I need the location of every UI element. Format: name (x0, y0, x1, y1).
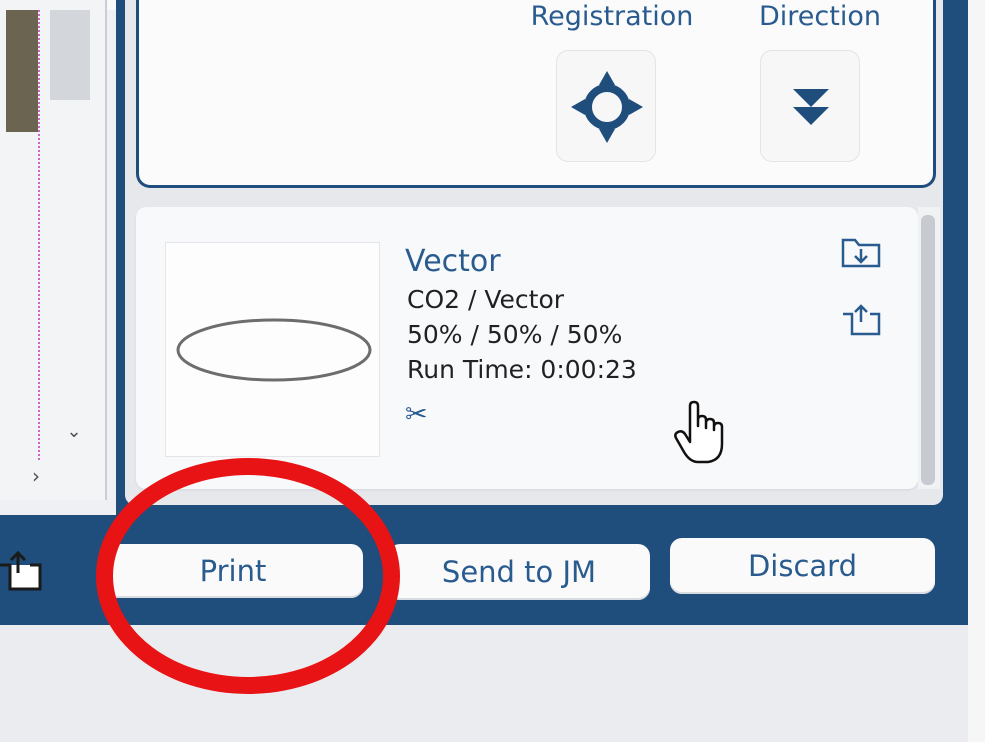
job-thumbnail (165, 242, 380, 457)
crosshair-icon (571, 71, 643, 143)
photo-right-edge (968, 0, 985, 742)
job-title: Vector (405, 244, 501, 279)
hand-cursor-icon (672, 400, 728, 466)
folder-download-icon[interactable] (838, 232, 884, 272)
job-power-settings: 50% / 50% / 50% (407, 320, 623, 349)
folder-upload-icon[interactable] (838, 300, 884, 340)
double-chevron-down-icon (793, 89, 829, 125)
chevron-right-icon[interactable]: › (24, 462, 48, 490)
discard-button[interactable]: Discard (670, 538, 935, 594)
send-to-job-manager-button[interactable]: Send to JM (388, 544, 650, 600)
annotation-circle (96, 458, 400, 694)
folder-upload-icon[interactable] (0, 545, 48, 595)
ellipse-preview (176, 318, 372, 382)
job-run-time: Run Time: 0:00:23 (407, 355, 637, 384)
registration-label: Registration (530, 1, 694, 32)
panel-scrollbar-thumb[interactable] (921, 215, 935, 485)
canvas-bounds-line (38, 10, 40, 460)
canvas-preview-image (6, 10, 38, 132)
vertical-scrollbar-thumb[interactable] (50, 10, 90, 100)
direction-button[interactable] (760, 50, 860, 162)
scissors-icon: ✂ (405, 399, 428, 430)
direction-label: Direction (759, 1, 881, 32)
registration-button[interactable] (556, 50, 656, 162)
job-laser-type: CO2 / Vector (407, 285, 565, 314)
chevron-down-icon[interactable]: ⌄ (62, 420, 86, 444)
